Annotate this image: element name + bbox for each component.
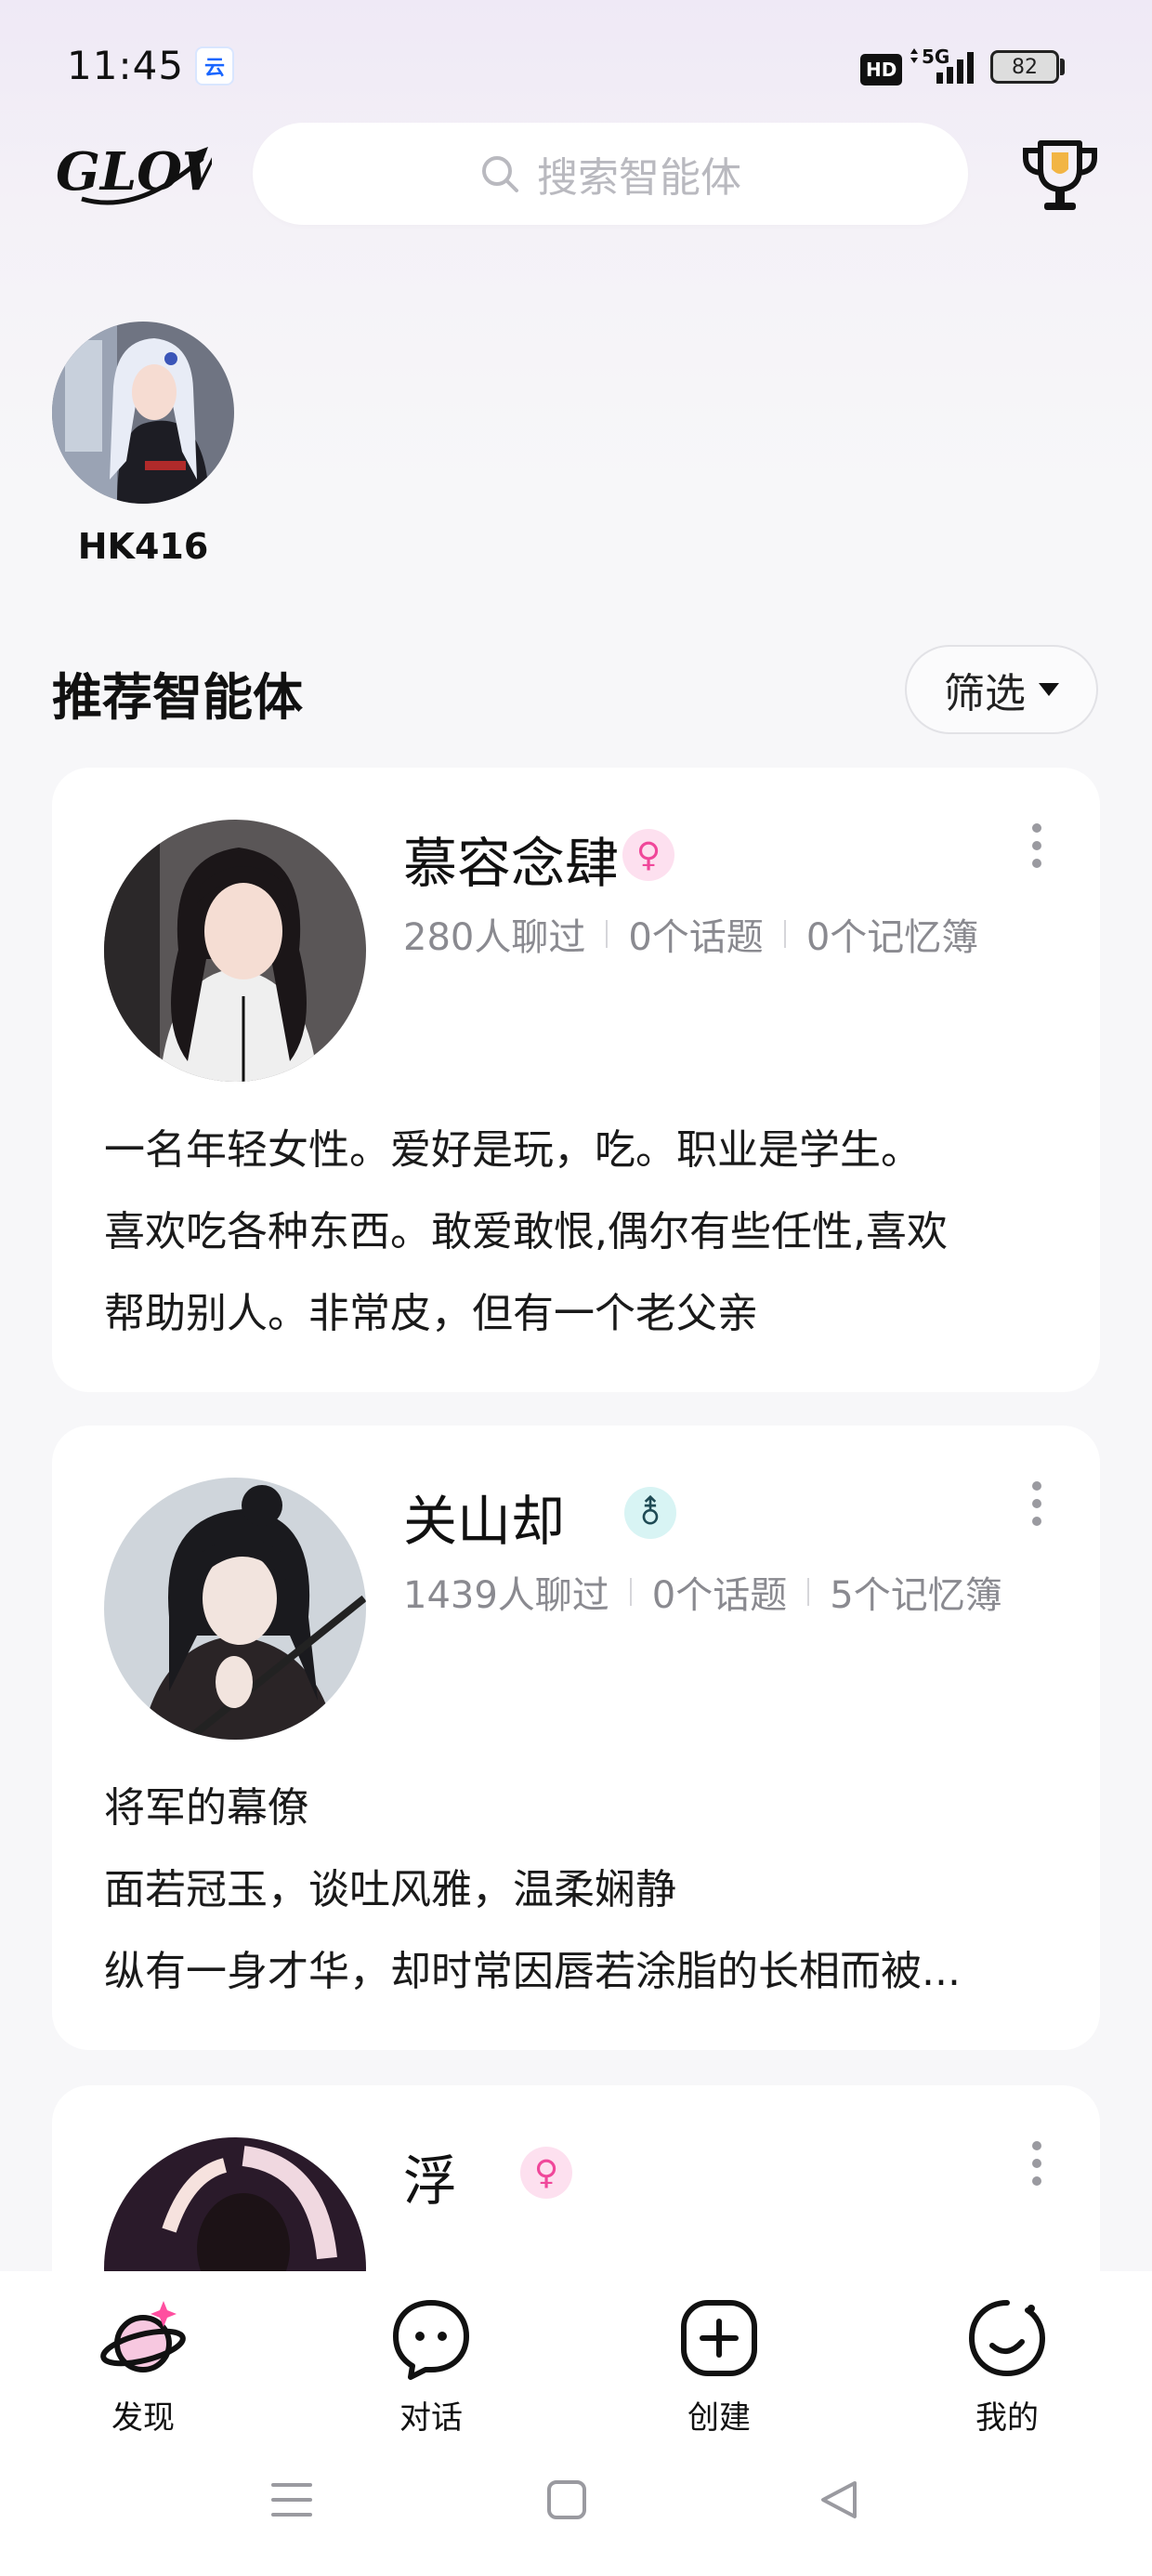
back-icon[interactable]	[818, 2479, 858, 2524]
chat-count: 280人聊过	[403, 916, 586, 959]
agent-description: 一名年轻女性。爱好是玩，吃。职业是学生。 喜欢吃各种东西。敢爱敢恨,偶尔有些任性…	[104, 1110, 1048, 1355]
description-line: 喜欢吃各种东西。敢爱敢恨,偶尔有些任性,喜欢	[104, 1208, 948, 1255]
memory-count: 5个记忆簿	[830, 1574, 1002, 1617]
battery-icon: 82	[990, 50, 1059, 84]
agent-stats: 1439人聊过 0个话题 5个记忆簿	[403, 1565, 1002, 1619]
female-icon: ♀	[520, 2147, 572, 2199]
search-icon	[482, 156, 518, 192]
chat-count: 1439人聊过	[403, 1574, 609, 1617]
nav-chat[interactable]: 对话	[347, 2293, 515, 2438]
description-line: 面若冠玉，谈吐风雅，温柔娴静	[104, 1866, 676, 1913]
description-line: 一名年轻女性。爱好是玩，吃。职业是学生。	[104, 1126, 922, 1174]
chat-bubble-icon	[393, 2300, 469, 2380]
divider	[606, 920, 609, 948]
filter-button[interactable]: 筛选	[905, 645, 1098, 734]
bottom-navigation: 发现 对话 创建 我的	[0, 2271, 1152, 2576]
nav-label: 对话	[399, 2399, 463, 2437]
signal-icon: 5G	[905, 46, 983, 91]
glow-logo[interactable]: GLOW	[54, 130, 245, 219]
section-title: 推荐智能体	[52, 668, 303, 727]
menu-icon[interactable]	[269, 2479, 314, 2524]
nav-label: 发现	[111, 2399, 175, 2437]
divider	[807, 1578, 810, 1606]
description-line: 帮助别人。非常皮，但有一个老父亲	[104, 1290, 758, 1337]
agent-card[interactable]: 慕容念肆 ♀ 280人聊过 0个话题 0个记忆簿 一名年轻女性。爱好是玩，吃。职…	[52, 768, 1100, 1392]
agent-name: 慕容念肆	[403, 832, 620, 895]
nav-label: 我的	[975, 2399, 1039, 2437]
divider	[629, 1578, 632, 1606]
recent-agent-name[interactable]: HK416	[52, 526, 234, 567]
nav-create[interactable]: 创建	[635, 2293, 803, 2438]
description-line: 纵有一身才华，却时常因唇若涂脂的长相而被...	[104, 1948, 961, 1995]
agent-avatar	[104, 820, 366, 1082]
battery-level: 82	[1012, 55, 1038, 79]
trophy-icon[interactable]	[1018, 138, 1102, 216]
home-icon[interactable]	[546, 2479, 587, 2524]
cloud-app-icon: 云	[195, 46, 234, 85]
agent-name: 浮	[403, 2149, 458, 2213]
divider	[783, 920, 786, 948]
hd-badge: HD	[860, 54, 903, 85]
more-options-icon[interactable]	[1026, 823, 1048, 868]
battery-tip	[1060, 59, 1065, 75]
network-label: 5G	[922, 46, 949, 68]
more-options-icon[interactable]	[1026, 2141, 1048, 2186]
more-options-icon[interactable]	[1026, 1481, 1048, 1526]
agent-stats: 280人聊过 0个话题 0个记忆簿	[403, 907, 978, 961]
nav-label: 创建	[687, 2399, 751, 2437]
nav-profile[interactable]: 我的	[923, 2293, 1091, 2438]
search-bar[interactable]: 搜索智能体	[253, 123, 968, 225]
search-placeholder: 搜索智能体	[537, 154, 741, 202]
smile-icon	[968, 2300, 1046, 2377]
agent-description: 将军的幕僚 面若冠玉，谈吐风雅，温柔娴静 纵有一身才华，却时常因唇若涂脂的长相而…	[104, 1768, 1048, 2013]
filter-label: 筛选	[944, 670, 1026, 717]
plus-square-icon	[681, 2300, 757, 2376]
topic-count: 0个话题	[651, 1574, 788, 1617]
gender-neutral-icon: ⚨	[624, 1487, 676, 1539]
female-icon: ♀	[622, 829, 674, 881]
nav-discover[interactable]: 发现	[59, 2293, 227, 2438]
agent-card[interactable]: 关山却 ⚨ 1439人聊过 0个话题 5个记忆簿 将军的幕僚 面若冠玉，谈吐风雅…	[52, 1426, 1100, 2050]
agent-avatar	[104, 1478, 366, 1740]
agent-name: 关山却	[403, 1490, 566, 1553]
topic-count: 0个话题	[628, 916, 764, 959]
status-time: 11:45	[67, 43, 185, 88]
memory-count: 0个记忆簿	[805, 916, 979, 959]
caret-down-icon	[1039, 683, 1059, 696]
description-line: 将军的幕僚	[104, 1784, 308, 1832]
planet-icon	[100, 2301, 186, 2372]
recent-agent-avatar[interactable]	[52, 322, 234, 504]
